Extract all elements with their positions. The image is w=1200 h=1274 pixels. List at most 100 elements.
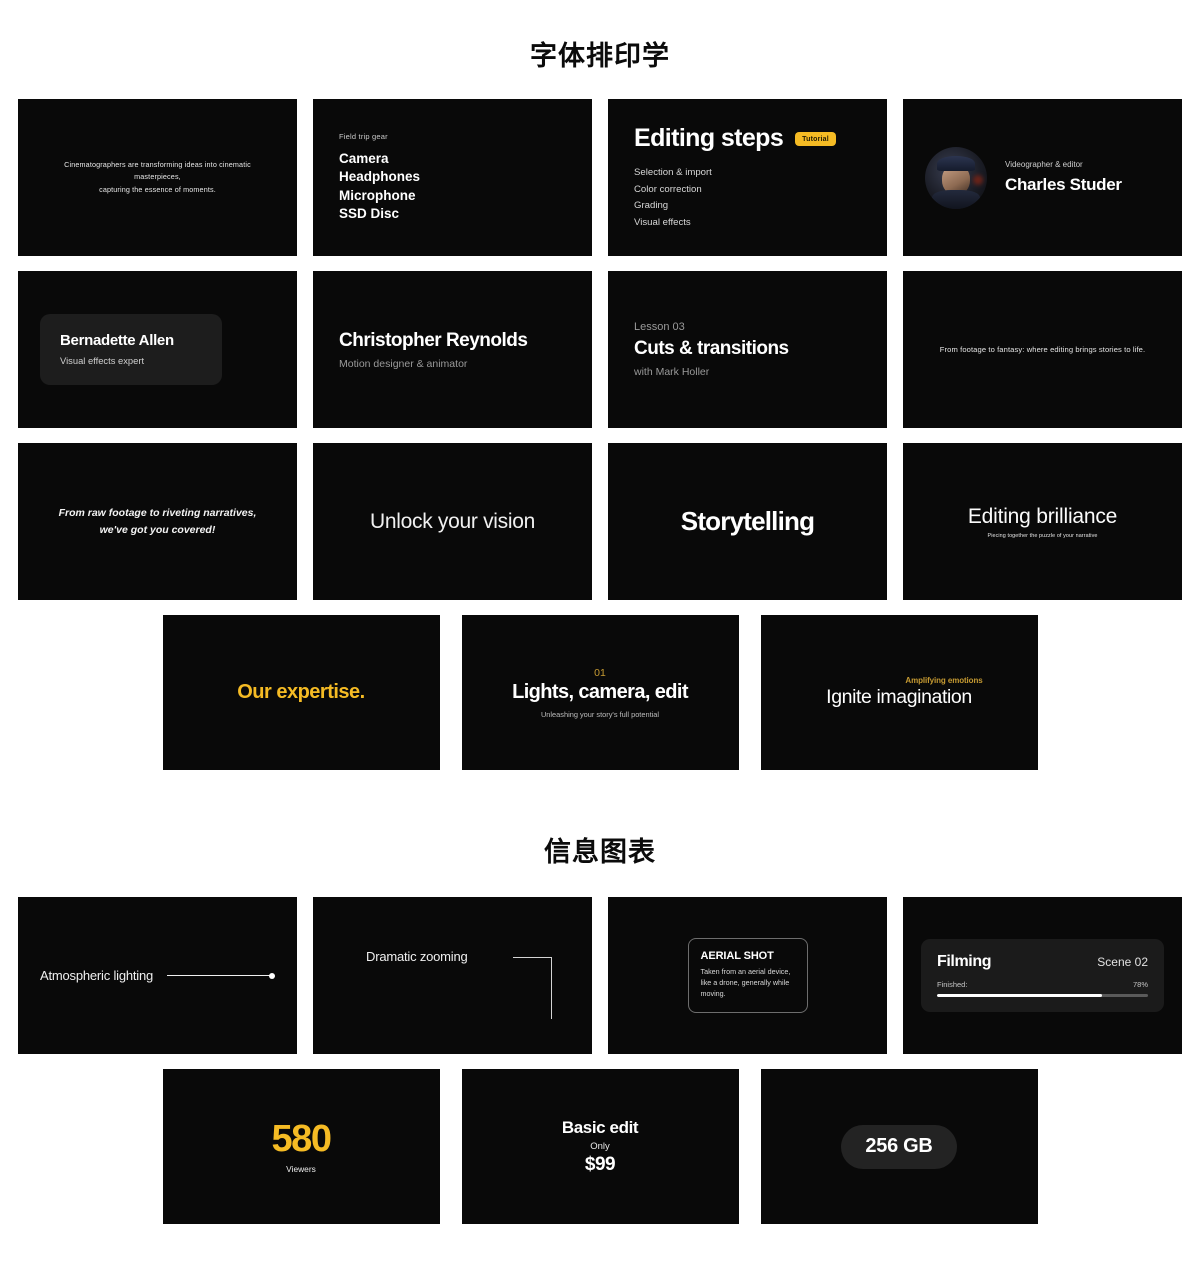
designer-name: Christopher Reynolds [339, 329, 528, 351]
gear-item: Headphones [339, 169, 421, 185]
atmospheric-row: Atmospheric lighting [18, 968, 297, 983]
card-designer[interactable]: Christopher Reynolds Motion designer & a… [313, 271, 592, 428]
tutorial-badge[interactable]: Tutorial [795, 131, 836, 146]
card-storage[interactable]: 256 GB [760, 1069, 1038, 1224]
card-tagline-small[interactable]: From footage to fantasy: where editing b… [903, 271, 1182, 428]
card-lesson[interactable]: Lesson 03 Cuts & transitions with Mark H… [608, 271, 887, 428]
infographic-card-grid: Atmospheric lighting Dramatic zooming AE… [0, 897, 1200, 1054]
avatar-glow [973, 175, 984, 185]
price-content: Basic edit Only $99 [462, 1118, 739, 1176]
section-title-infographics: 信息图表 [544, 837, 656, 867]
lights-content: 01 Lights, camera, edit Unleashing your … [462, 667, 739, 719]
lesson-title: Cuts & transitions [634, 338, 789, 359]
card-quote[interactable]: Cinematographers are transforming ideas … [18, 99, 297, 256]
card-lights-camera-edit[interactable]: 01 Lights, camera, edit Unleashing your … [461, 615, 739, 770]
lesson-eyebrow: Lesson 03 [634, 321, 685, 333]
person-name: Charles Studer [1005, 175, 1122, 194]
tagline-italic-line-1: From raw footage to riveting narratives, [58, 507, 257, 520]
stat-label: Viewers [286, 1163, 316, 1174]
typography-card-grid: Cinematographers are transforming ideas … [0, 99, 1200, 600]
brilliance-title: Editing brilliance [967, 504, 1118, 528]
name-box-role: Visual effects expert [60, 355, 145, 366]
connector-dot-icon [269, 972, 275, 979]
expertise-title: Our expertise. [237, 681, 365, 703]
step-item: Visual effects [634, 216, 691, 228]
filming-percent-label: 78% [1132, 980, 1148, 989]
lights-sub: Unleashing your story's full potential [540, 709, 660, 719]
filming-title: Filming [937, 953, 992, 970]
card-price[interactable]: Basic edit Only $99 [461, 1069, 739, 1224]
quote-line-1: Cinematographers are transforming ideas … [64, 159, 251, 182]
filming-progress-fill [937, 994, 1102, 997]
steps-content: Editing steps Tutorial Selection & impor… [608, 124, 887, 231]
brilliance-content: Editing brilliance Piecing together the … [903, 505, 1182, 539]
unlock-title: Unlock your vision [370, 509, 535, 533]
lights-title: Lights, camera, edit [512, 680, 688, 703]
card-gear-list[interactable]: Field trip gear Camera Headphones Microp… [313, 99, 592, 256]
designer-content: Christopher Reynolds Motion designer & a… [313, 330, 592, 370]
gear-eyebrow: Field trip gear [339, 131, 388, 141]
person-row: Videographer & editor Charles Studer [903, 146, 1182, 209]
avatar-body [932, 189, 980, 209]
steps-title: Editing steps [634, 124, 784, 152]
tagline-italic-line-2: we've got you covered! [99, 523, 216, 536]
steps-list: Selection & import Color correction Grad… [634, 165, 861, 231]
card-tagline-italic[interactable]: From raw footage to riveting narratives,… [18, 443, 297, 600]
zooming-wrap: Dramatic zooming [313, 897, 592, 1054]
ignite-eyebrow: Amplifying emotions [905, 676, 983, 685]
person-text: Videographer & editor Charles Studer [1005, 160, 1122, 195]
ignite-title: Ignite imagination [826, 686, 972, 708]
brilliance-caption: Piecing together the puzzle of your narr… [987, 532, 1098, 539]
card-filming-progress[interactable]: Filming Scene 02 Finished: 78% [903, 897, 1182, 1054]
quote-line-2: capturing the essence of moments. [99, 184, 216, 194]
ignite-content: Amplifying emotions Ignite imagination [761, 676, 1038, 709]
card-atmospheric-lighting[interactable]: Atmospheric lighting [18, 897, 297, 1054]
lesson-sub: with Mark Holler [634, 366, 710, 378]
card-storytelling[interactable]: Storytelling [608, 443, 887, 600]
storage-pill[interactable]: 256 GB [841, 1124, 957, 1169]
aerial-description: Taken from an aerial device, like a dron… [700, 967, 791, 998]
filming-meta-label: Finished: [937, 980, 968, 989]
price-only-label: Only [590, 1140, 610, 1152]
elbow-connector-vertical-icon [551, 957, 552, 1019]
card-ignite[interactable]: Amplifying emotions Ignite imagination [760, 615, 1038, 770]
name-box: Bernadette Allen Visual effects expert [40, 314, 222, 385]
elbow-connector-icon [513, 957, 552, 958]
gear-item: SSD Disc [339, 205, 400, 221]
card-dramatic-zooming[interactable]: Dramatic zooming [313, 897, 592, 1054]
portrait-avatar-icon [925, 146, 987, 209]
filming-meta: Finished: 78% [937, 980, 1148, 989]
tagline-italic-text: From raw footage to riveting narratives,… [18, 505, 297, 538]
card-editing-steps[interactable]: Editing steps Tutorial Selection & impor… [608, 99, 887, 256]
step-item: Selection & import [634, 167, 712, 178]
typography-card-grid-row4: Our expertise. 01 Lights, camera, edit U… [0, 615, 1200, 770]
filming-scene: Scene 02 [1097, 955, 1148, 969]
card-name-box[interactable]: Bernadette Allen Visual effects expert [18, 271, 297, 428]
price-title: Basic edit [561, 1117, 639, 1137]
stat-content: 580 Viewers [163, 1120, 440, 1174]
lesson-content: Lesson 03 Cuts & transitions with Mark H… [608, 321, 887, 378]
gear-item: Microphone [339, 187, 416, 203]
gear-content: Field trip gear Camera Headphones Microp… [313, 132, 592, 223]
card-brilliance[interactable]: Editing brilliance Piecing together the … [903, 443, 1182, 600]
infographic-card-grid-row2: 580 Viewers Basic edit Only $99 256 GB [0, 1069, 1200, 1224]
price-amount: $99 [584, 1153, 616, 1175]
card-aerial-shot[interactable]: AERIAL SHOT Taken from an aerial device,… [608, 897, 887, 1054]
gear-item: Camera [339, 150, 389, 166]
tagline-small-text: From footage to fantasy: where editing b… [939, 345, 1146, 354]
aerial-title: AERIAL SHOT [700, 950, 774, 963]
line-dot-connector-icon [167, 975, 270, 976]
filming-panel: Filming Scene 02 Finished: 78% [921, 939, 1164, 1012]
filming-progress-bar[interactable] [937, 994, 1148, 997]
designer-role: Motion designer & animator [339, 357, 468, 370]
card-viewer-stat[interactable]: 580 Viewers [162, 1069, 440, 1224]
card-person-profile[interactable]: Videographer & editor Charles Studer [903, 99, 1182, 256]
step-item: Grading [634, 200, 669, 211]
step-item: Color correction [634, 183, 702, 195]
card-expertise[interactable]: Our expertise. [162, 615, 440, 770]
card-unlock[interactable]: Unlock your vision [313, 443, 592, 600]
aerial-info-box: AERIAL SHOT Taken from an aerial device,… [687, 938, 808, 1013]
zooming-label: Dramatic zooming [366, 949, 468, 964]
section-title-typography: 字体排印学 [530, 41, 670, 71]
avatar-cap [937, 156, 975, 172]
